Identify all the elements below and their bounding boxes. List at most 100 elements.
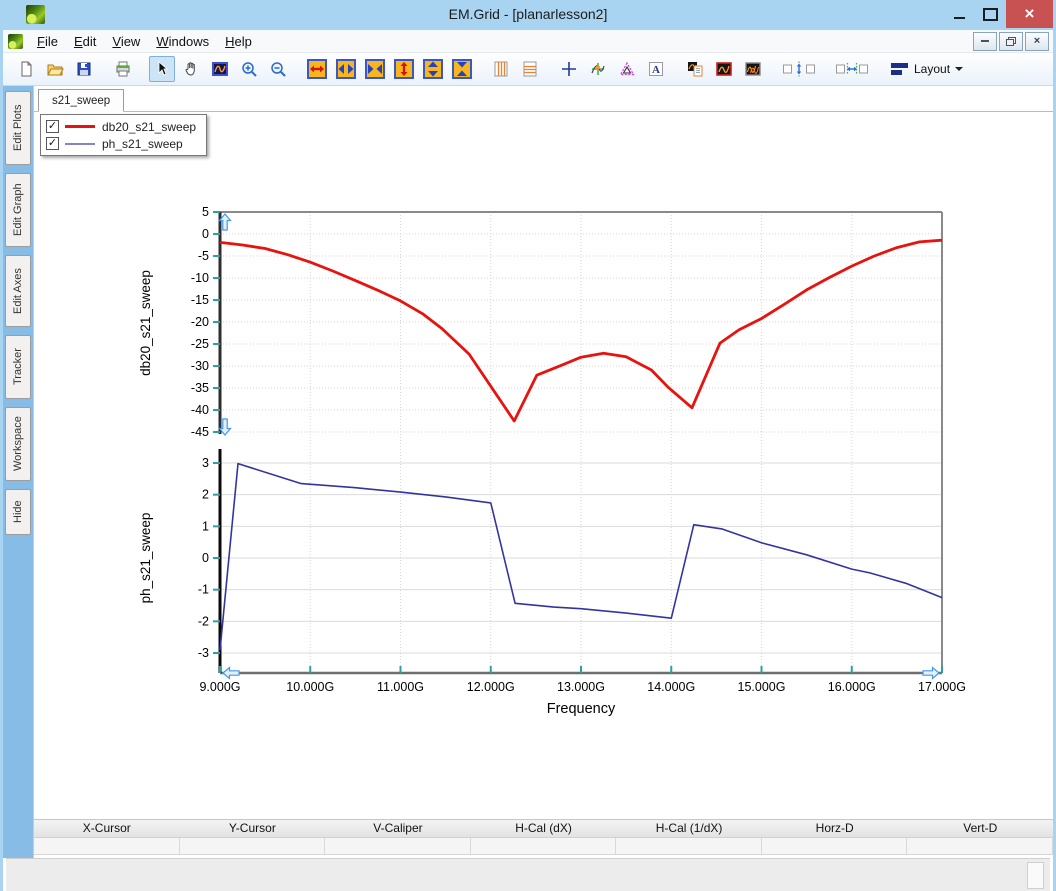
x-tick-label: 14.000G xyxy=(647,680,695,694)
cursor-col-x-cursor: X-Cursor xyxy=(34,820,180,837)
spread-x-icon xyxy=(336,59,356,79)
y-tick-label: -25 xyxy=(191,337,209,351)
horizontal-grid-button[interactable] xyxy=(517,56,543,82)
new-file-button[interactable] xyxy=(13,56,39,82)
layout-label: Layout xyxy=(914,62,950,76)
y-tick-label: -10 xyxy=(191,271,209,285)
y-tick-label: -20 xyxy=(191,315,209,329)
expand-y-button[interactable] xyxy=(391,56,417,82)
crosshair-icon xyxy=(560,60,578,78)
multi-trace-button[interactable] xyxy=(740,56,766,82)
x-tick-label: 17.000G xyxy=(918,680,966,694)
x-tick-label: 11.000G xyxy=(377,680,424,694)
print-button[interactable] xyxy=(110,56,136,82)
chart-canvas[interactable]: 50-5-10-15-20-25-30-35-40-453210-1-2-39.… xyxy=(34,86,1053,818)
compress-x-button[interactable] xyxy=(362,56,388,82)
legend-entry: ✓db20_s21_sweep xyxy=(46,118,196,135)
mdi-restore-button[interactable] xyxy=(999,32,1023,51)
menu-item-edit[interactable]: Edit xyxy=(66,32,104,51)
legend-checkbox[interactable]: ✓ xyxy=(46,137,59,150)
caliper-icon xyxy=(618,60,636,78)
select-cursor-button[interactable] xyxy=(149,56,175,82)
spread-y-button[interactable] xyxy=(420,56,446,82)
fit-vertical-button[interactable] xyxy=(779,56,819,82)
crosshair-button[interactable] xyxy=(556,56,582,82)
menu-items: FileEditViewWindowsHelp xyxy=(29,32,260,51)
caliper-button[interactable] xyxy=(614,56,640,82)
toolbar: A Layout xyxy=(3,53,1053,86)
menu-item-help[interactable]: Help xyxy=(217,32,260,51)
expand-y-icon xyxy=(394,59,414,79)
minimize-button[interactable] xyxy=(944,0,975,28)
cursor-header-row: X-CursorY-CursorV-CaliperH-Cal (dX)H-Cal… xyxy=(34,819,1053,838)
maximize-button[interactable] xyxy=(975,0,1006,28)
tab-s21-sweep[interactable]: s21_sweep xyxy=(38,89,124,112)
legend-label: ph_s21_sweep xyxy=(102,137,183,151)
vertical-grid-button[interactable] xyxy=(488,56,514,82)
mdi-minimize-button[interactable] xyxy=(973,32,997,51)
pan-hand-icon xyxy=(182,60,200,78)
axis-handle-left[interactable] xyxy=(223,668,239,679)
compress-x-icon xyxy=(365,59,385,79)
print-icon xyxy=(114,60,132,78)
cursor-value-cell xyxy=(907,838,1053,854)
sidebar-tab-hide[interactable]: Hide xyxy=(5,489,31,535)
axis-handle-right[interactable] xyxy=(923,668,939,679)
cursor-col-h-cal-1-dx-: H-Cal (1/dX) xyxy=(616,820,762,837)
legend-toggle-icon xyxy=(686,60,704,78)
mdi-close-icon: × xyxy=(1034,35,1040,47)
sidebar-tab-edit-axes[interactable]: Edit Axes xyxy=(5,255,31,327)
pan-hand-button[interactable] xyxy=(178,56,204,82)
sidebar-tab-workspace[interactable]: Workspace xyxy=(5,407,31,481)
expand-x-button[interactable] xyxy=(304,56,330,82)
mdi-close-button[interactable]: × xyxy=(1025,32,1049,51)
new-file-icon xyxy=(17,60,35,78)
x-axis-title: Frequency xyxy=(547,701,616,717)
x-tick-label: 13.000G xyxy=(557,680,605,694)
legend-line-sample xyxy=(65,125,95,128)
close-icon: × xyxy=(1025,4,1035,24)
zoom-out-button[interactable] xyxy=(265,56,291,82)
save-file-button[interactable] xyxy=(71,56,97,82)
main-area: Edit Plots Edit Graph Edit Axes Tracker Work… xyxy=(3,86,1053,858)
close-button[interactable]: × xyxy=(1006,0,1053,28)
sidebar: Edit Plots Edit Graph Edit Axes Tracker Work… xyxy=(3,86,33,858)
tab-row: s21_sweep xyxy=(34,86,1053,112)
window-title: EM.Grid - [planarlesson2] xyxy=(0,6,1056,22)
zoom-window-button[interactable] xyxy=(207,56,233,82)
mdi-restore-icon xyxy=(1005,36,1017,47)
cursor-value-cell xyxy=(325,838,471,854)
menu-item-windows[interactable]: Windows xyxy=(148,32,217,51)
compress-y-button[interactable] xyxy=(449,56,475,82)
menu-item-file[interactable]: File xyxy=(29,32,66,51)
sidebar-tab-edit-graph[interactable]: Edit Graph xyxy=(5,173,31,247)
x-tick-label: 9.000G xyxy=(199,680,240,694)
fit-horizontal-button[interactable] xyxy=(832,56,872,82)
legend-line-sample xyxy=(65,143,95,145)
legend-checkbox[interactable]: ✓ xyxy=(46,120,59,133)
open-file-button[interactable] xyxy=(42,56,68,82)
text-label-icon: A xyxy=(647,60,665,78)
text-label-button[interactable]: A xyxy=(643,56,669,82)
sidebar-tab-tracker[interactable]: Tracker xyxy=(5,335,31,399)
legend-entry: ✓ ph_s21_sweep xyxy=(46,135,196,152)
cursor-value-cell xyxy=(34,838,180,854)
tracker-button[interactable] xyxy=(585,56,611,82)
sidebar-tab-edit-plots[interactable]: Edit Plots xyxy=(5,91,31,165)
plot-document: s21_sweep 50-5-10-15-20-25-30-35-40-4532… xyxy=(33,86,1053,858)
menu-item-view[interactable]: View xyxy=(104,32,148,51)
y-tick-label: 3 xyxy=(202,456,209,470)
cursor-value-cell xyxy=(180,838,326,854)
cursor-col-y-cursor: Y-Cursor xyxy=(180,820,326,837)
layout-menu-button[interactable]: Layout xyxy=(885,56,969,82)
spread-x-button[interactable] xyxy=(333,56,359,82)
svg-text:A: A xyxy=(652,64,660,76)
open-file-icon xyxy=(46,60,64,78)
y-axis-title-bottom: ph_s21_sweep xyxy=(138,513,153,604)
expand-x-icon xyxy=(307,59,327,79)
titlebar[interactable]: EM.Grid - [planarlesson2] × xyxy=(0,0,1056,30)
zoom-in-button[interactable] xyxy=(236,56,262,82)
single-trace-button[interactable] xyxy=(711,56,737,82)
legend-toggle-button[interactable] xyxy=(682,56,708,82)
window-controls: × xyxy=(944,0,1053,28)
